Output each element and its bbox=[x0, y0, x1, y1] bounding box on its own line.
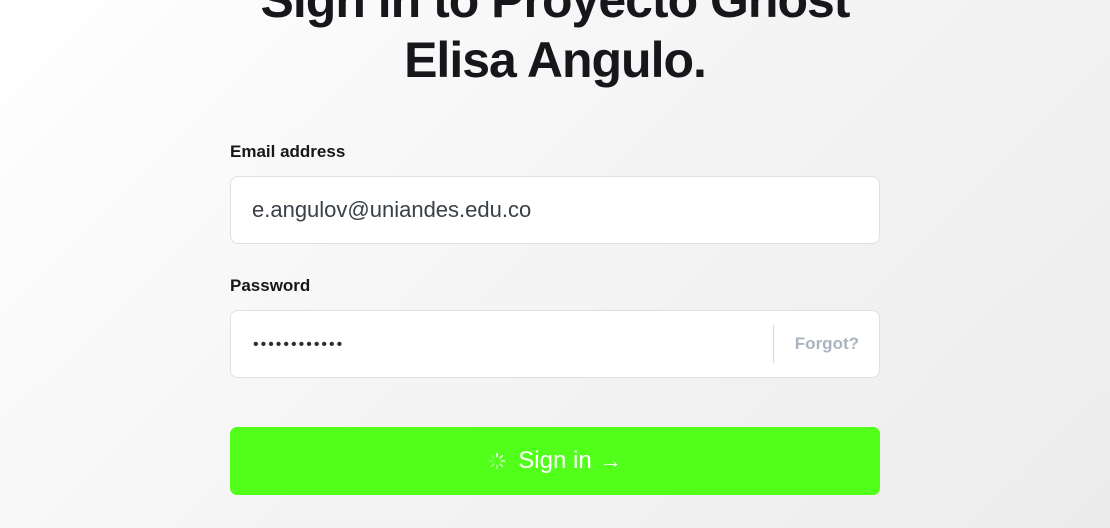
signin-button-label: Sign in bbox=[518, 447, 592, 474]
loading-spinner-icon bbox=[488, 452, 506, 470]
signin-button[interactable]: Sign in → bbox=[230, 427, 880, 495]
email-label: Email address bbox=[230, 142, 346, 161]
signin-page: Sign in to Proyecto Ghost Elisa Angulo. … bbox=[0, 0, 1110, 528]
password-value[interactable]: •••••••••••• bbox=[253, 311, 344, 377]
forgot-password-button[interactable]: Forgot? bbox=[795, 311, 859, 377]
page-title: Sign in to Proyecto Ghost Elisa Angulo. bbox=[0, 0, 1110, 90]
page-title-line-2: Elisa Angulo. bbox=[404, 32, 707, 88]
password-label: Password bbox=[230, 276, 311, 295]
password-divider bbox=[773, 325, 774, 363]
page-title-line-1: Sign in to Proyecto Ghost bbox=[260, 0, 851, 28]
password-field[interactable]: •••••••••••• Forgot? bbox=[230, 310, 880, 378]
email-value[interactable]: e.angulov@uniandes.edu.co bbox=[252, 177, 531, 243]
email-field[interactable]: e.angulov@uniandes.edu.co bbox=[230, 176, 880, 244]
arrow-right-icon: → bbox=[599, 448, 622, 473]
